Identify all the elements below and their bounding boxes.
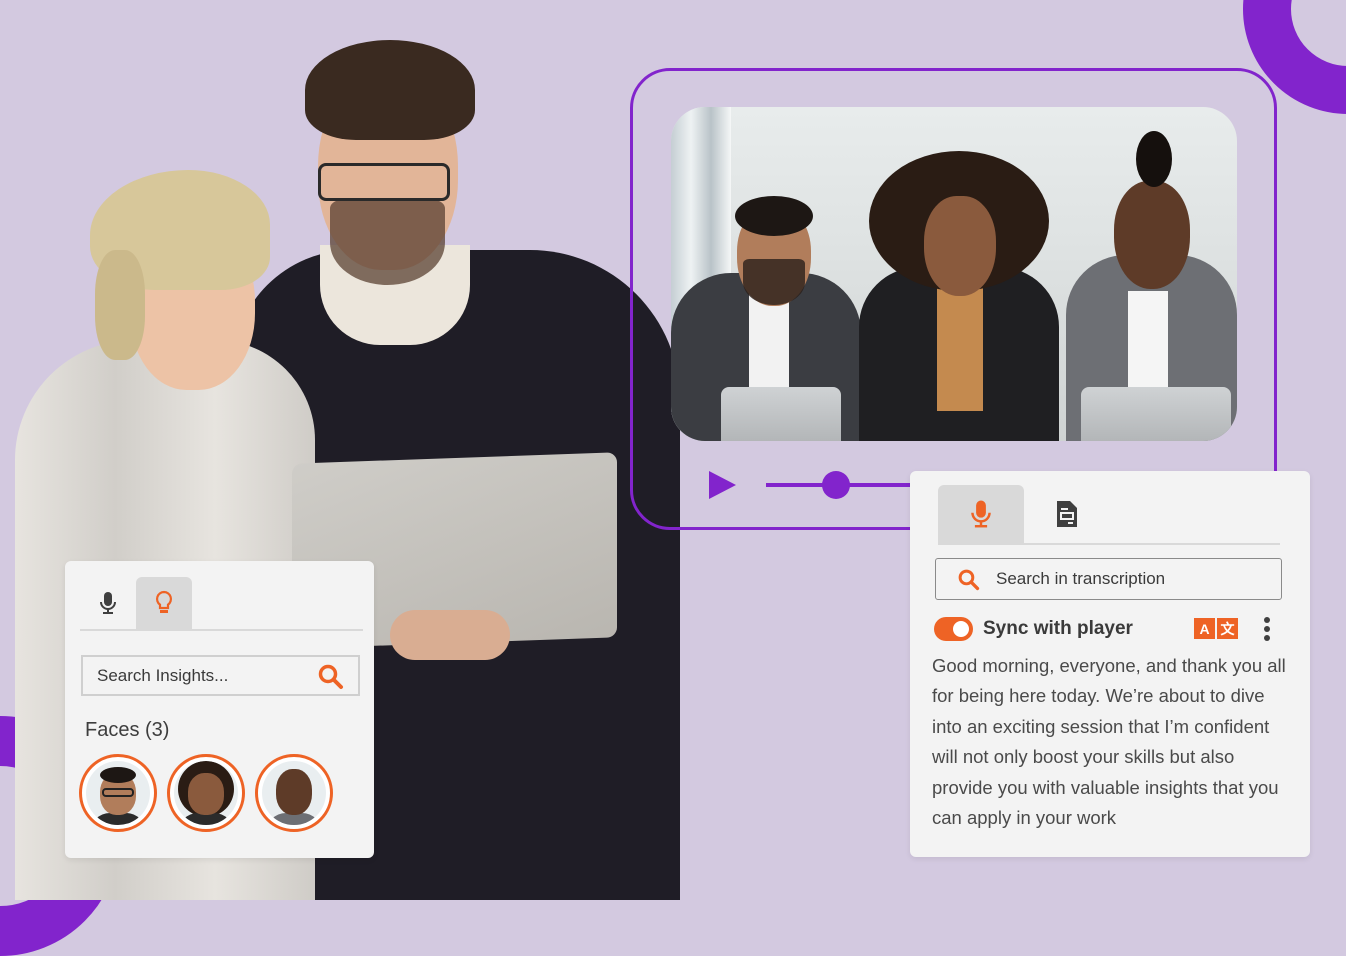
insights-search-placeholder: Search Insights... <box>97 665 229 685</box>
search-icon[interactable] <box>318 664 344 690</box>
sync-toggle[interactable] <box>934 617 973 641</box>
translate-icon-latin: A <box>1194 618 1215 639</box>
translate-icon-cjk: 文 <box>1217 618 1238 639</box>
face-avatar <box>262 761 326 825</box>
insights-search-input[interactable]: Search Insights... <box>81 655 360 696</box>
video-thumbnail[interactable] <box>671 107 1237 441</box>
tab-transcription[interactable] <box>80 577 136 629</box>
face-avatar <box>86 761 150 825</box>
video-laptop-left <box>721 387 841 441</box>
microphone-icon <box>100 592 116 614</box>
transcript-panel: Search in transcription Sync with player… <box>910 471 1310 857</box>
faces-list <box>79 754 333 832</box>
transcript-text: Good morning, everyone, and thank you al… <box>932 655 1286 829</box>
play-icon[interactable] <box>709 471 736 499</box>
microphone-icon <box>971 500 991 528</box>
sync-row: Sync with player A 文 <box>934 616 1286 642</box>
sync-label: Sync with player <box>983 618 1133 639</box>
transcript-search-input[interactable]: Search in transcription <box>935 558 1282 600</box>
faces-title: Faces (3) <box>85 719 170 741</box>
document-icon <box>1057 501 1077 527</box>
player-controls <box>700 460 930 510</box>
translate-icon[interactable]: A 文 <box>1194 618 1238 639</box>
face-thumbnail[interactable] <box>167 754 245 832</box>
transcript-search-placeholder: Search in transcription <box>996 569 1166 588</box>
progress-handle[interactable] <box>822 471 850 499</box>
face-thumbnail[interactable] <box>255 754 333 832</box>
insights-tabs <box>80 577 363 631</box>
face-avatar <box>174 761 238 825</box>
tab-document[interactable] <box>1024 485 1110 543</box>
video-person-2 <box>859 141 1059 441</box>
transcript-tabs <box>938 485 1280 545</box>
tab-insights[interactable] <box>136 577 192 629</box>
kebab-menu-icon[interactable] <box>1262 617 1272 641</box>
face-thumbnail[interactable] <box>79 754 157 832</box>
insights-panel: Search Insights... Faces (3) <box>65 561 374 858</box>
video-laptop-right <box>1081 387 1231 441</box>
lightbulb-icon <box>155 590 173 613</box>
search-icon[interactable] <box>958 569 980 591</box>
tab-transcription[interactable] <box>938 485 1024 543</box>
